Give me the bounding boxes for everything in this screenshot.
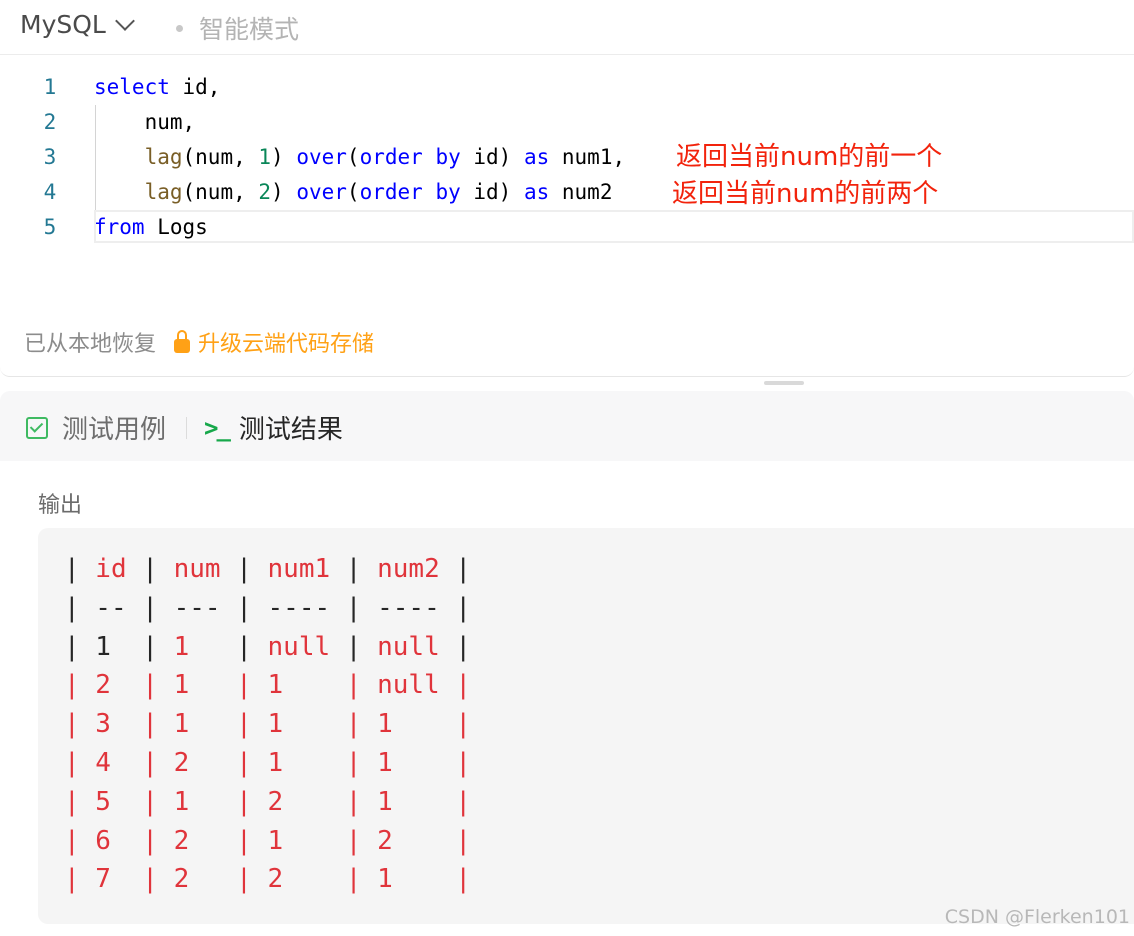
upgrade-storage-link[interactable]: 升级云端代码存储 [174,326,374,358]
code-editor-panel: MySQL 智能模式 1 select id, 2 num, 3 lag(num, 1… [0,0,1134,377]
code-text: lag(num, 1) over(order by id) as num1, [144,145,626,169]
upgrade-label: 升级云端代码存储 [198,332,375,357]
output-box: | id | num | num1 | num2 | | -- | --- | -… [38,528,1134,924]
result-tabbar: 测试用例 >_ 测试结果 [0,391,1134,461]
mode-label: 智能模式 [199,15,300,44]
output-row: | 4 | 2 | 1 | 1 | [64,747,471,778]
line-number: 2 [43,110,57,134]
line-number: 5 [43,215,57,239]
language-select[interactable]: MySQL [20,10,135,39]
watermark: CSDN @Flerken101 [944,906,1130,928]
tab-label: 测试用例 [62,415,167,445]
output-row: | 5 | 1 | 2 | 1 | [64,786,471,817]
tab-test-result[interactable]: >_ 测试结果 [204,409,343,446]
tab-test-cases[interactable]: 测试用例 [26,409,166,446]
code-text: select id, [94,75,221,99]
dot-icon [176,24,183,32]
result-panel: 测试用例 >_ 测试结果 输出 | id | num | num1 | num2… [0,391,1134,936]
smart-mode-toggle[interactable]: 智能模式 [176,10,299,46]
code-text: lag(num, 2) over(order by id) as num2 [144,180,613,204]
tab-divider [186,417,187,439]
code-line[interactable]: 5 from Logs [0,210,1134,245]
language-label: MySQL [20,10,106,39]
code-line[interactable]: 2 num, [0,105,1134,140]
output-table: | id | num | num1 | num2 | | -- | --- | -… [64,550,471,899]
resize-handle[interactable] [764,381,804,385]
chevron-down-icon [114,10,135,31]
output-separator-row: | -- | --- | ---- | ---- | [64,592,472,623]
output-row: | 3 | 1 | 1 | 1 | [64,709,471,740]
line-number: 1 [43,75,57,99]
output-label: 输出 [38,493,83,518]
output-header-row: | id | num | num1 | num2 | [64,554,472,584]
output-row: | 6 | 2 | 1 | 2 | [64,825,471,856]
code-line[interactable]: 3 lag(num, 1) over(order by id) as num1, [0,140,1134,175]
terminal-icon: >_ [204,413,231,442]
checkbox-icon [26,416,48,439]
output-row: | 7 | 2 | 2 | 1 | [64,864,471,895]
lock-icon [174,330,191,353]
line-number: 3 [43,145,57,169]
annotation-line4: 返回当前num的前两个 [672,179,939,209]
code-line[interactable]: 1 select id, [0,70,1134,105]
output-row: | 1 | 1 | null | null | [64,631,472,662]
line-number: 4 [43,180,57,204]
output-row: | 2 | 1 | 1 | null | [64,670,471,701]
annotation-line3: 返回当前num的前一个 [676,142,943,172]
restore-status: 已从本地恢复 [24,332,157,357]
code-text: from Logs [94,215,208,239]
editor-status-bar: 已从本地恢复 升级云端代码存储 [24,326,374,358]
tab-label: 测试结果 [238,415,343,445]
code-text: num, [144,110,196,134]
editor-header: MySQL 智能模式 [0,0,1134,55]
code-line[interactable]: 4 lag(num, 2) over(order by id) as num2 [0,175,1134,210]
